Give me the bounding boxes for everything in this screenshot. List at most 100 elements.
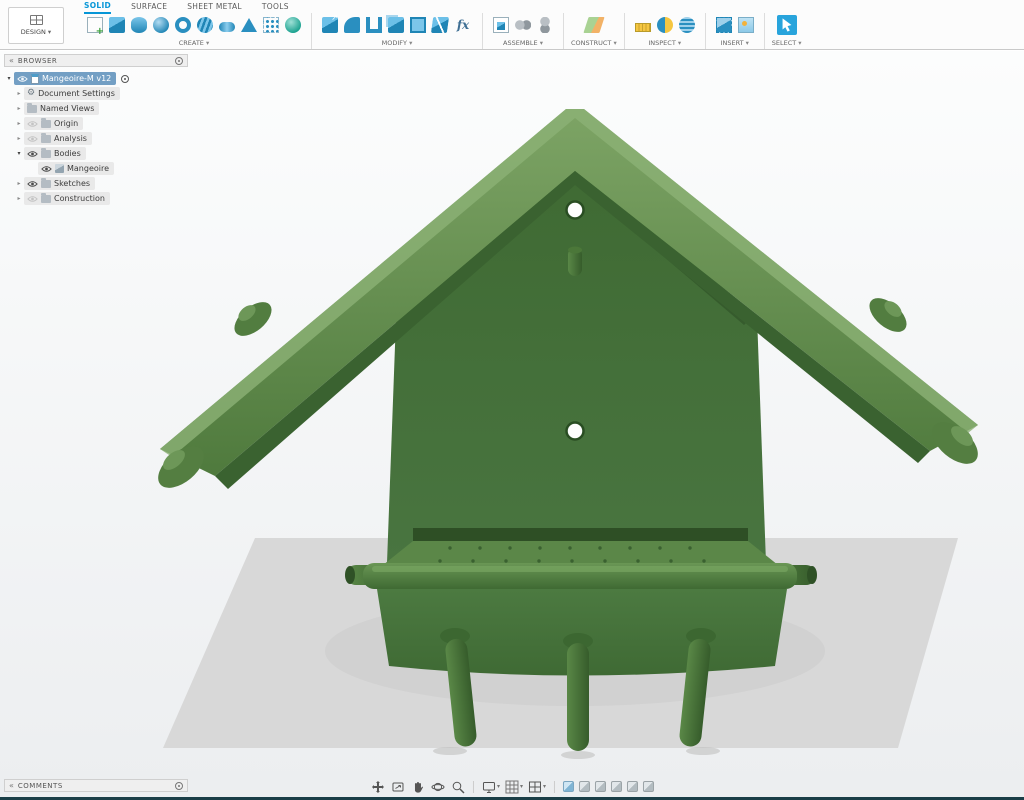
toolbar-separator xyxy=(311,13,312,49)
browser-item-origin[interactable]: Origin xyxy=(4,117,188,130)
group-label-create[interactable]: CREATE xyxy=(179,39,210,47)
offset-face-icon[interactable] xyxy=(410,17,426,33)
eye-icon[interactable] xyxy=(41,165,52,173)
expander-icon[interactable] xyxy=(14,105,24,112)
eye-icon[interactable] xyxy=(27,120,38,128)
expander-icon[interactable] xyxy=(14,90,24,97)
group-construct: CONSTRUCT xyxy=(567,13,621,47)
torus-icon[interactable] xyxy=(175,17,191,33)
cylinder-icon[interactable] xyxy=(131,17,147,33)
split-body-icon[interactable] xyxy=(430,17,450,33)
folder-icon xyxy=(41,178,51,188)
panel-menu-icon[interactable] xyxy=(175,56,183,65)
expander-icon[interactable] xyxy=(4,75,14,82)
design-workspace-icon xyxy=(29,15,43,25)
coil-icon[interactable] xyxy=(197,17,213,33)
activate-component-radio[interactable] xyxy=(121,74,130,83)
tab-surface[interactable]: SURFACE xyxy=(131,2,167,13)
expander-icon[interactable] xyxy=(14,135,24,142)
browser-item-root[interactable]: Mangeoire-M v12 xyxy=(4,72,188,85)
toolbar-separator xyxy=(482,13,483,49)
browser-tree: Mangeoire-M v12 ⚙ Document Settings Name… xyxy=(4,72,188,205)
browser-item-document-settings[interactable]: ⚙ Document Settings xyxy=(4,87,188,100)
browser-item-mangeoire-body[interactable]: Mangeoire xyxy=(4,162,188,175)
browser-item-analysis[interactable]: Analysis xyxy=(4,132,188,145)
fillet-icon[interactable] xyxy=(344,17,360,33)
scene-option-icon-3[interactable] xyxy=(595,781,607,792)
scene-option-icon-4[interactable] xyxy=(611,781,623,792)
eye-icon[interactable] xyxy=(17,75,28,83)
as-built-joint-icon[interactable] xyxy=(537,17,553,33)
pan-hand-icon[interactable] xyxy=(410,779,425,794)
decal-icon[interactable] xyxy=(737,17,754,33)
group-label-assemble[interactable]: ASSEMBLE xyxy=(503,39,543,47)
browser-item-bodies[interactable]: Bodies xyxy=(4,147,188,160)
browser-item-label: Mangeoire-M v12 xyxy=(42,74,112,83)
prism-icon[interactable] xyxy=(241,18,257,32)
scene-option-icon-2[interactable] xyxy=(579,781,591,792)
browser-item-sketches[interactable]: Sketches xyxy=(4,177,188,190)
group-label-inspect[interactable]: INSPECT xyxy=(648,39,681,47)
collapse-panel-icon[interactable]: « xyxy=(9,781,14,791)
combine-icon[interactable] xyxy=(388,17,404,33)
eye-icon[interactable] xyxy=(27,195,38,203)
box-icon[interactable] xyxy=(109,17,125,33)
browser-title: BROWSER xyxy=(17,56,58,65)
eye-icon[interactable] xyxy=(27,135,38,143)
eye-icon[interactable] xyxy=(27,180,38,188)
joint-icon[interactable] xyxy=(515,17,531,33)
select-cursor-icon[interactable] xyxy=(776,15,797,35)
grid-snap-icon[interactable] xyxy=(505,780,523,794)
construction-plane-icon[interactable] xyxy=(583,17,605,33)
workspace-design-button[interactable]: DESIGN xyxy=(8,7,64,44)
parameters-fx-icon[interactable]: fx xyxy=(454,17,472,33)
expander-icon[interactable] xyxy=(14,180,24,187)
browser-item-label: Document Settings xyxy=(38,89,115,98)
browser-item-named-views[interactable]: Named Views xyxy=(4,102,188,115)
browser-header[interactable]: « BROWSER xyxy=(4,54,188,67)
measure-icon[interactable] xyxy=(634,22,651,32)
create-sketch-icon[interactable] xyxy=(87,17,104,37)
sphere-icon[interactable] xyxy=(153,17,169,33)
pattern-icon[interactable] xyxy=(263,17,279,33)
eye-icon[interactable] xyxy=(27,150,38,158)
scene-option-icon-5[interactable] xyxy=(627,781,639,792)
expander-icon[interactable] xyxy=(14,150,24,157)
expander-icon[interactable] xyxy=(14,195,24,202)
move-icon[interactable] xyxy=(370,779,385,794)
look-at-icon[interactable] xyxy=(390,779,405,794)
section-analysis-icon[interactable] xyxy=(656,17,673,33)
browser-item-label: Analysis xyxy=(54,134,87,143)
comments-header[interactable]: « COMMENTS xyxy=(4,779,188,792)
navbar-separator xyxy=(554,780,556,793)
body-icon xyxy=(55,164,64,173)
browser-item-construction[interactable]: Construction xyxy=(4,192,188,205)
scene-option-icon-1[interactable] xyxy=(563,781,575,792)
scene-option-icon-6[interactable] xyxy=(643,781,655,792)
new-component-icon[interactable] xyxy=(493,17,509,33)
orbit-icon[interactable] xyxy=(430,779,445,794)
curvature-analysis-icon[interactable] xyxy=(678,17,695,33)
group-insert: INSERT xyxy=(709,13,761,47)
tab-sheet-metal[interactable]: SHEET METAL xyxy=(187,2,242,13)
navbar-separator xyxy=(472,780,474,793)
group-label-insert[interactable]: INSERT xyxy=(721,39,749,47)
group-label-modify[interactable]: MODIFY xyxy=(382,39,413,47)
tab-tools[interactable]: TOOLS xyxy=(262,2,289,13)
display-settings-icon[interactable] xyxy=(482,780,500,794)
expander-icon[interactable] xyxy=(14,120,24,127)
insert-mesh-icon[interactable] xyxy=(715,17,732,33)
shell-icon[interactable] xyxy=(366,17,382,33)
create-form-icon[interactable] xyxy=(285,17,301,33)
group-label-select[interactable]: SELECT xyxy=(772,39,802,47)
viewports-icon[interactable] xyxy=(528,780,546,794)
pipe-icon[interactable] xyxy=(219,21,235,32)
tab-solid[interactable]: SOLID xyxy=(84,1,112,14)
group-inspect: INSPECT xyxy=(628,13,702,47)
panel-menu-icon[interactable] xyxy=(175,781,183,790)
zoom-icon[interactable] xyxy=(450,779,465,794)
comments-title: COMMENTS xyxy=(17,781,63,790)
group-label-construct[interactable]: CONSTRUCT xyxy=(571,39,617,47)
press-pull-icon[interactable] xyxy=(322,13,338,33)
collapse-panel-icon[interactable]: « xyxy=(9,56,14,66)
